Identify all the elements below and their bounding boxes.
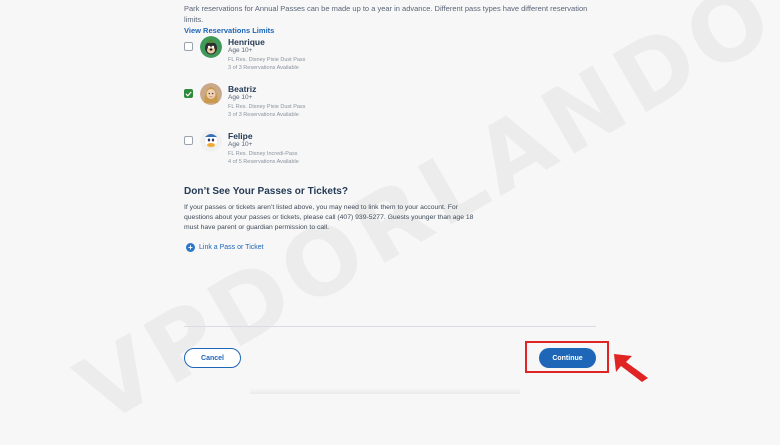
divider	[184, 326, 596, 327]
member-name: Henrique	[228, 37, 265, 47]
member-age: Age 10+	[228, 94, 253, 101]
plus-circle-icon: +	[186, 243, 195, 252]
link-pass-label: Link a Pass or Ticket	[199, 244, 264, 251]
cancel-button[interactable]: Cancel	[184, 348, 241, 368]
continue-button[interactable]: Continue	[539, 348, 596, 368]
intro-section: Park reservations for Annual Passes can …	[184, 3, 604, 36]
member-row-henrique[interactable]: Henrique Age 10+ FL Res. Disney Pixie Du…	[184, 36, 306, 73]
member-name: Beatriz	[228, 84, 257, 94]
checkmark-icon	[185, 91, 192, 97]
member-checkbox[interactable]	[184, 89, 193, 98]
member-row-beatriz[interactable]: Beatriz Age 10+ FL Res. Disney Pixie Dus…	[184, 83, 306, 120]
donald-avatar-icon	[200, 130, 222, 152]
view-reservation-limits-link[interactable]: View Reservations Limits	[184, 25, 604, 36]
member-pass-type: FL Res. Disney Pixie Dust Pass	[228, 56, 306, 63]
member-pass-type: FL Res. Disney Pixie Dust Pass	[228, 103, 306, 110]
member-row-felipe[interactable]: Felipe Age 10+ FL Res. Disney Incredi-Pa…	[184, 130, 299, 167]
member-checkbox[interactable]	[184, 42, 193, 51]
member-pass-type: FL Res. Disney Incredi-Pass	[228, 150, 298, 157]
missing-passes-text: If your passes or tickets aren’t listed …	[184, 204, 474, 231]
member-age: Age 10+	[228, 141, 253, 148]
member-checkbox[interactable]	[184, 136, 193, 145]
bottom-shadow	[250, 388, 520, 394]
member-reservations: 3 of 3 Reservations Available	[228, 112, 299, 118]
intro-text: Park reservations for Annual Passes can …	[184, 4, 588, 24]
member-age: Age 10+	[228, 47, 253, 54]
missing-passes-heading: Don’t See Your Passes or Tickets?	[184, 186, 348, 197]
member-reservations: 4 of 5 Reservations Available	[228, 159, 299, 165]
member-name: Felipe	[228, 131, 253, 141]
link-pass-or-ticket[interactable]: + Link a Pass or Ticket	[186, 243, 264, 252]
red-pointer-arrow-icon	[614, 354, 648, 382]
goofy-avatar-icon	[200, 36, 222, 58]
rapunzel-avatar-icon	[200, 83, 222, 105]
member-reservations: 3 of 3 Reservations Available	[228, 65, 299, 71]
